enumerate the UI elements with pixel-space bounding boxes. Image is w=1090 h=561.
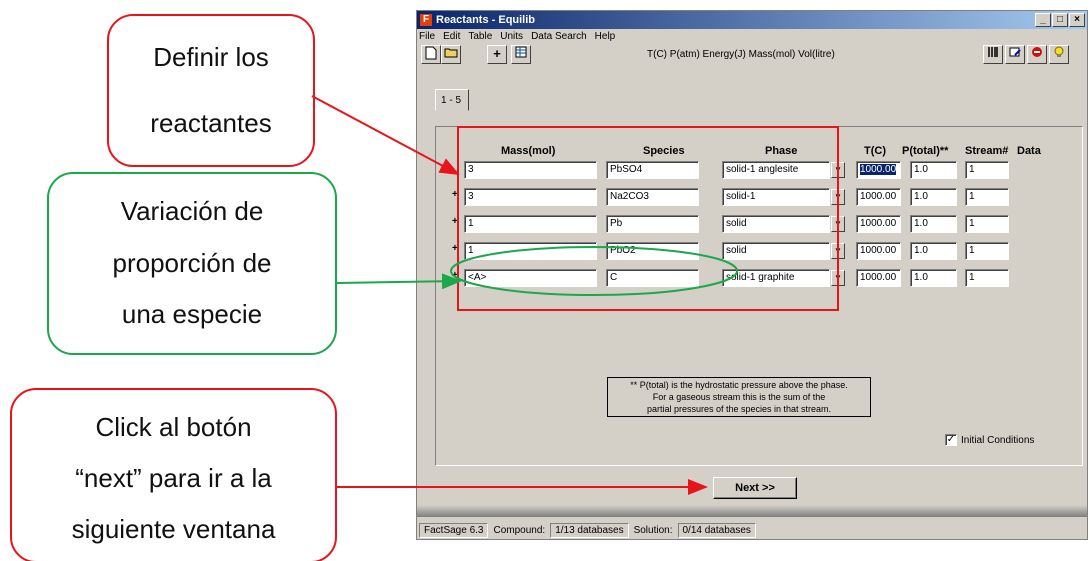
header-data: Data xyxy=(1017,145,1041,157)
header-temperature: T(C) xyxy=(864,145,886,157)
note-line: ** P(total) is the hydrostatic pressure … xyxy=(630,380,848,390)
pressure-input[interactable]: 1.0 xyxy=(910,188,957,206)
stream-input[interactable]: 1 xyxy=(965,161,1009,179)
note-line: For a gaseous stream this is the sum of … xyxy=(652,392,826,402)
header-stream: Stream# xyxy=(965,145,1009,157)
pressure-input[interactable]: 1.0 xyxy=(910,242,957,260)
units-display: T(C) P(atm) Energy(J) Mass(mol) Vol(litr… xyxy=(647,49,835,60)
phase-dropdown-arrow[interactable]: ▼ xyxy=(831,270,845,286)
callout-text-line: proporción de xyxy=(112,247,272,278)
temperature-input[interactable]: 1000.00 xyxy=(856,242,901,260)
callout-text-line: “next” para ir a la xyxy=(75,462,272,493)
temperature-input[interactable]: 1000.00 xyxy=(856,188,901,206)
phase-dropdown-arrow[interactable]: ▼ xyxy=(831,216,845,232)
initial-conditions-label: Initial Conditions xyxy=(961,434,1035,446)
mass-input[interactable]: <A> xyxy=(464,269,597,287)
menu-file[interactable]: File xyxy=(419,31,435,42)
menu-table[interactable]: Table xyxy=(468,31,492,42)
phase-dropdown-arrow[interactable]: ▼ xyxy=(831,243,845,259)
header-phase: Phase xyxy=(765,145,798,157)
edit-icon[interactable] xyxy=(1005,45,1025,64)
reactants-window: F Reactants - Equilib _ □ × File Edit Ta… xyxy=(416,10,1088,540)
menu-edit[interactable]: Edit xyxy=(443,31,460,42)
callout-text-line: siguiente ventana xyxy=(71,513,276,544)
tools-icon[interactable] xyxy=(983,45,1003,64)
bulb-icon[interactable] xyxy=(1049,45,1069,64)
temperature-input[interactable]: 1000.00 xyxy=(856,269,901,287)
header-mass: Mass(mol) xyxy=(501,145,556,157)
phase-select[interactable]: solid xyxy=(722,242,830,260)
initial-conditions-checkbox[interactable]: ✓ Initial Conditions xyxy=(945,434,1034,446)
add-plus: + xyxy=(452,216,458,227)
window-bottom-band xyxy=(417,505,1087,517)
temperature-input[interactable]: 1000.00 xyxy=(856,161,901,179)
status-solution-label: Solution: xyxy=(633,524,673,536)
next-button[interactable]: Next >> xyxy=(713,477,797,499)
species-input[interactable]: PbO2 xyxy=(606,242,699,260)
menu-units[interactable]: Units xyxy=(500,31,523,42)
stream-input[interactable]: 1 xyxy=(965,242,1009,260)
add-plus: + xyxy=(452,270,458,281)
callout-text-line: Definir los xyxy=(153,41,269,72)
mass-input[interactable]: 1 xyxy=(464,242,597,260)
phase-select[interactable]: solid-1 xyxy=(722,188,830,206)
phase-dropdown-arrow[interactable]: ▼ xyxy=(831,189,845,205)
menu-data-search[interactable]: Data Search xyxy=(531,31,587,42)
app-icon: F xyxy=(420,14,432,26)
window-title: Reactants - Equilib xyxy=(436,14,536,26)
mass-input[interactable]: 3 xyxy=(464,188,597,206)
phase-dropdown-arrow[interactable]: ▼ xyxy=(831,162,845,178)
callout-text-line: reactantes xyxy=(150,108,272,139)
add-row-icon[interactable]: + xyxy=(487,45,507,64)
phase-select[interactable]: solid xyxy=(722,215,830,233)
species-input[interactable]: Pb xyxy=(606,215,699,233)
checkmark-icon: ✓ xyxy=(945,434,957,446)
status-compound-value: 1/13 databases xyxy=(550,522,629,538)
species-input[interactable]: PbSO4 xyxy=(606,161,699,179)
temperature-value: 1000.00 xyxy=(860,164,897,175)
stop-icon[interactable] xyxy=(1027,45,1047,64)
toolbar: + T(C) P(atm) Energy(J) Mass(mol) Vol(li… xyxy=(417,43,1087,65)
menu-bar: File Edit Table Units Data Search Help xyxy=(417,29,1087,43)
callout-species-variation: Variación de proporción de una especie xyxy=(47,172,337,355)
header-pressure: P(total)** xyxy=(902,145,949,157)
callout-text-line: Variación de xyxy=(120,196,264,227)
open-folder-icon[interactable] xyxy=(441,45,461,64)
callout-text-line: Click al botón xyxy=(95,411,252,442)
title-bar[interactable]: F Reactants - Equilib _ □ × xyxy=(417,11,1087,29)
callout-next-instruction: Click al botón “next” para ir a la sigui… xyxy=(10,388,337,561)
close-button[interactable]: × xyxy=(1069,13,1085,27)
minimize-button[interactable]: _ xyxy=(1035,13,1051,27)
status-solution-value: 0/14 databases xyxy=(677,522,756,538)
add-plus: + xyxy=(452,189,458,200)
pressure-note: ** P(total) is the hydrostatic pressure … xyxy=(607,377,871,417)
species-input[interactable]: Na2CO3 xyxy=(606,188,699,206)
status-bar: FactSage 6.3 Compound: 1/13 databases So… xyxy=(417,521,1087,539)
callout-text-line: una especie xyxy=(121,299,263,330)
status-compound-label: Compound: xyxy=(493,524,546,536)
pressure-input[interactable]: 1.0 xyxy=(910,269,957,287)
tab-strip: 1 - 5 xyxy=(427,89,1083,111)
temperature-input[interactable]: 1000.00 xyxy=(856,215,901,233)
mass-input[interactable]: 1 xyxy=(464,215,597,233)
pressure-input[interactable]: 1.0 xyxy=(910,161,957,179)
menu-help[interactable]: Help xyxy=(595,31,616,42)
status-app: FactSage 6.3 xyxy=(419,522,489,538)
table-icon[interactable] xyxy=(511,45,531,64)
phase-select[interactable]: solid-1 anglesite xyxy=(722,161,830,179)
callout-define-reactants: Definir los reactantes xyxy=(107,14,315,167)
species-input[interactable]: C xyxy=(606,269,699,287)
header-species: Species xyxy=(643,145,685,157)
pressure-input[interactable]: 1.0 xyxy=(910,215,957,233)
maximize-button[interactable]: □ xyxy=(1052,13,1068,27)
tab-1-5[interactable]: 1 - 5 xyxy=(435,89,469,111)
stream-input[interactable]: 1 xyxy=(965,269,1009,287)
stream-input[interactable]: 1 xyxy=(965,215,1009,233)
new-file-icon[interactable] xyxy=(421,45,441,64)
add-plus: + xyxy=(452,243,458,254)
mass-input[interactable]: 3 xyxy=(464,161,597,179)
note-line: partial pressures of the species in that… xyxy=(646,404,832,414)
stream-input[interactable]: 1 xyxy=(965,188,1009,206)
phase-select[interactable]: solid-1 graphite xyxy=(722,269,830,287)
